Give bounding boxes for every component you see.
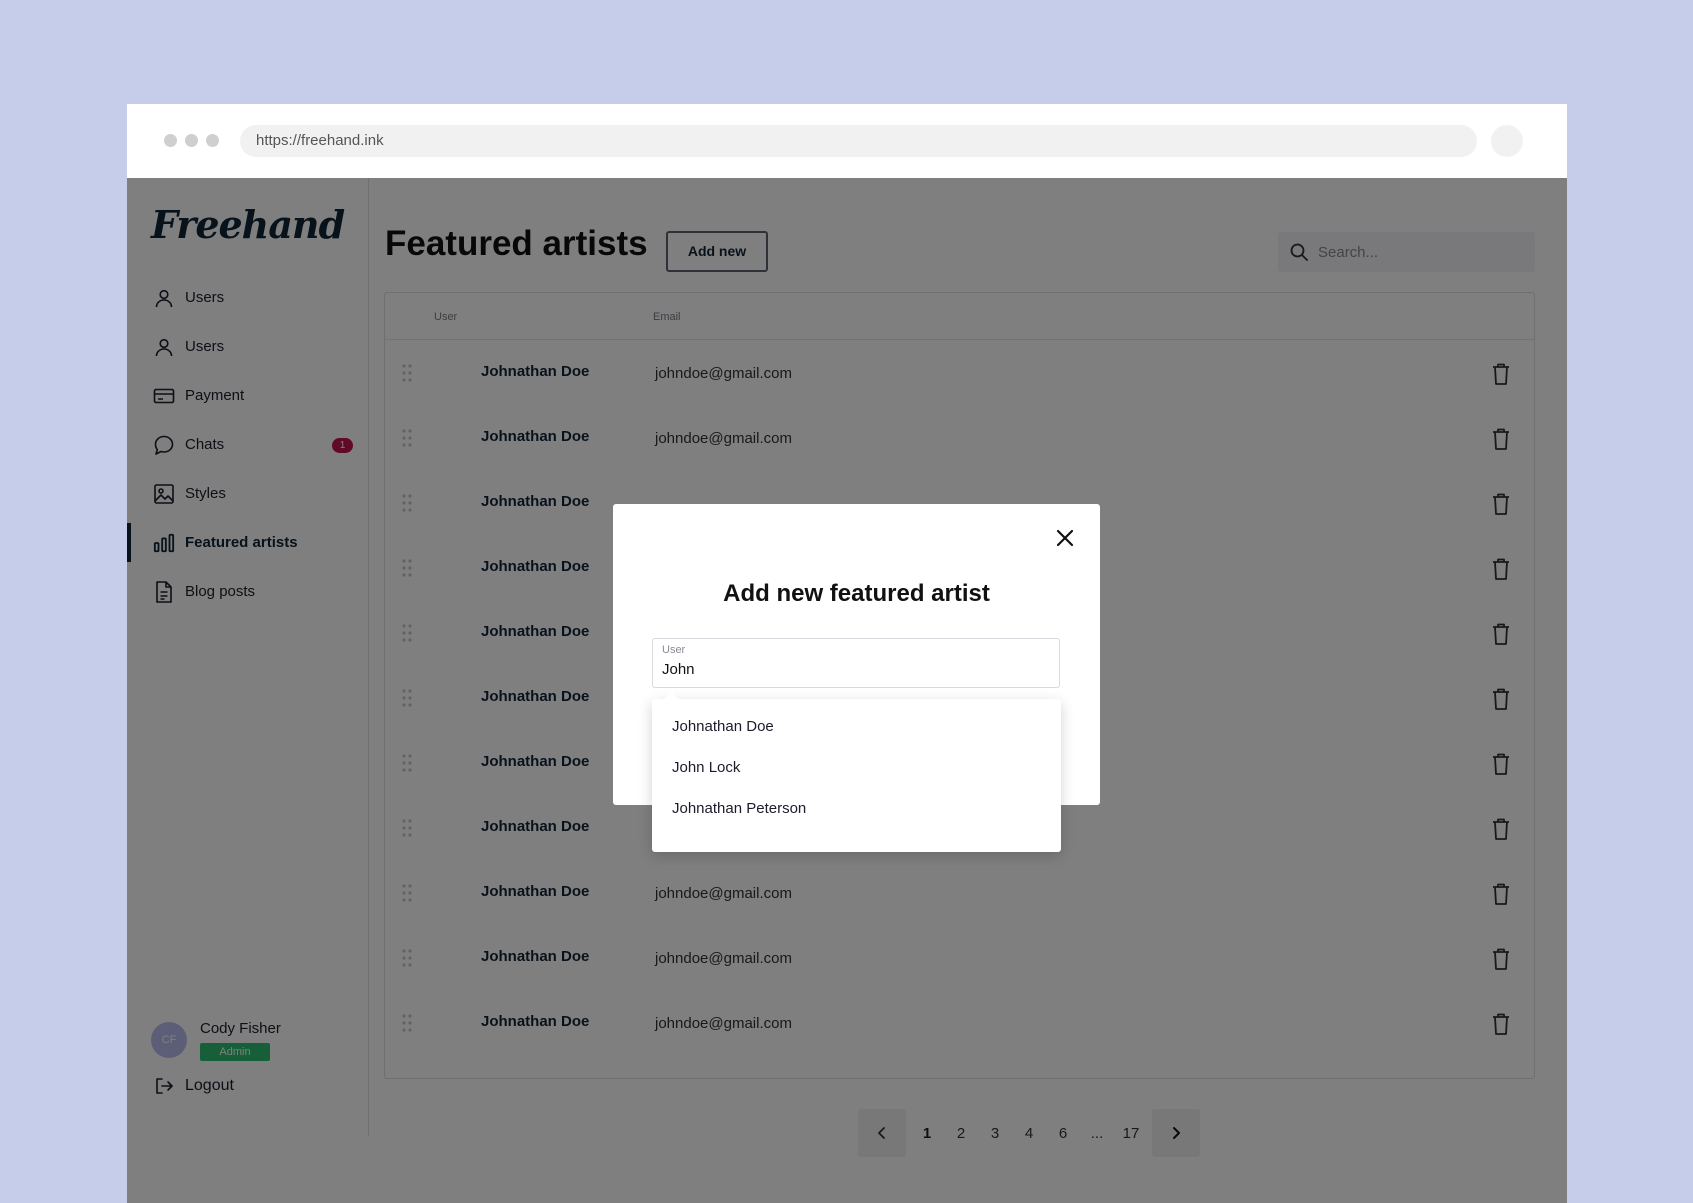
window-dot[interactable] [206,134,219,147]
user-field-label: User [662,644,686,656]
browser-toolbar: https://freehand.ink [127,104,1567,178]
user-input[interactable] [662,661,1042,678]
suggestion-item[interactable]: Johnathan Doe [652,716,1061,757]
close-modal-button[interactable] [1053,526,1077,550]
window-dot[interactable] [164,134,177,147]
browser-window: https://freehand.ink Freehand UsersUsers… [127,104,1567,1203]
suggestion-item[interactable]: John Lock [652,757,1061,798]
window-controls [164,134,219,147]
app-root: Freehand UsersUsersPaymentChats1StylesFe… [127,178,1567,1203]
browser-menu-button[interactable] [1491,125,1523,157]
window-dot[interactable] [185,134,198,147]
user-field[interactable]: User [652,638,1060,688]
modal-title: Add new featured artist [723,580,990,607]
suggestion-item[interactable]: Johnathan Peterson [652,798,1061,839]
close-icon [1056,529,1074,547]
address-bar[interactable]: https://freehand.ink [240,125,1477,157]
user-suggestions-dropdown: Johnathan Doe John Lock Johnathan Peterson [652,692,1061,852]
